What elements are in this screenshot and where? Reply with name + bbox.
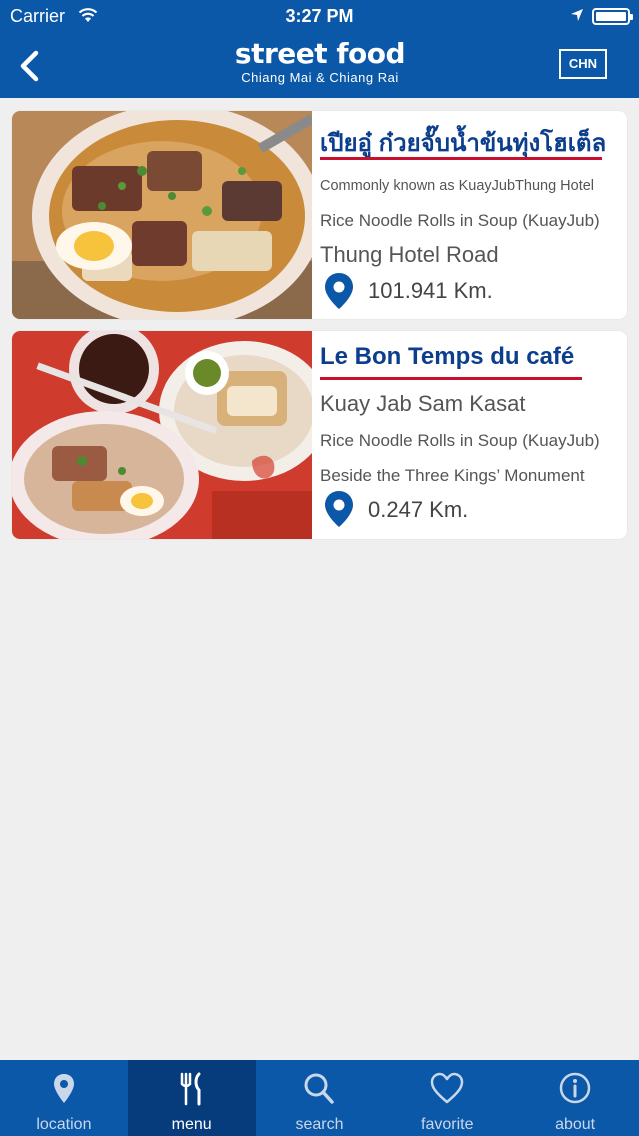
battery-icon (592, 8, 633, 25)
distance-label: 101.941 Km. (368, 278, 493, 303)
tab-about[interactable]: about (511, 1060, 639, 1136)
restaurant-alias: Kuay Jab Sam Kasat (320, 391, 526, 416)
tab-label: location (36, 1116, 92, 1133)
title-underline (320, 157, 602, 160)
title-underline (320, 377, 582, 380)
tab-label: search (295, 1116, 344, 1133)
heart-icon (431, 1072, 464, 1104)
tab-favorite[interactable]: favorite (383, 1060, 511, 1136)
location-pin-icon (53, 1074, 74, 1103)
food-photo (12, 331, 312, 539)
tab-label: menu (171, 1116, 212, 1133)
tab-location[interactable]: location (0, 1060, 128, 1136)
location-pin-icon (325, 273, 353, 309)
restaurant-alias: Commonly known as KuayJubThung Hotel (320, 178, 595, 194)
tab-label: favorite (421, 1116, 474, 1133)
status-bar: Carrier 3:27 PM (0, 0, 639, 34)
restaurant-card[interactable]: เปียอู๋ ก๋วยจั๊บน้ำข้นทุ่งโฮเต็ล Commonl… (12, 111, 627, 319)
logo-subtitle: Chiang Mai & Chiang Rai (241, 70, 399, 85)
location-pin-icon (325, 491, 353, 527)
dish-type: Rice Noodle Rolls in Soup (KuayJub) (320, 431, 600, 450)
distance-label: 0.247 Km. (368, 497, 469, 522)
back-button[interactable] (14, 48, 46, 84)
tab-bar: location menu search favorite about (0, 1060, 639, 1136)
food-photo (12, 111, 312, 319)
restaurant-location: Thung Hotel Road (320, 242, 499, 267)
dish-type: Rice Noodle Rolls in Soup (KuayJub) (320, 211, 600, 230)
search-icon (304, 1073, 335, 1104)
app-logo: street food Chiang Mai & Chiang Rai (200, 38, 440, 90)
tab-search[interactable]: search (256, 1060, 384, 1136)
app-header: Carrier 3:27 PM street food Chiang Mai &… (0, 0, 639, 98)
info-icon (559, 1072, 591, 1104)
status-time: 3:27 PM (285, 6, 354, 26)
tab-menu[interactable]: menu (127, 1060, 256, 1136)
logo-title: street food (234, 37, 406, 70)
language-button[interactable]: CHN (559, 49, 607, 79)
restaurant-name: Le Bon Temps du café (320, 343, 575, 370)
fork-knife-icon (180, 1072, 201, 1106)
tab-label: about (555, 1116, 596, 1133)
restaurant-location: Beside the Three Kings’ Monument (320, 466, 585, 485)
location-arrow-icon (571, 9, 583, 21)
card-info: เปียอู๋ ก๋วยจั๊บน้ำข้นทุ่งโฮเต็ล Commonl… (320, 111, 625, 319)
card-info: Le Bon Temps du café Kuay Jab Sam Kasat … (320, 331, 625, 539)
restaurant-card[interactable]: Le Bon Temps du café Kuay Jab Sam Kasat … (12, 331, 627, 539)
